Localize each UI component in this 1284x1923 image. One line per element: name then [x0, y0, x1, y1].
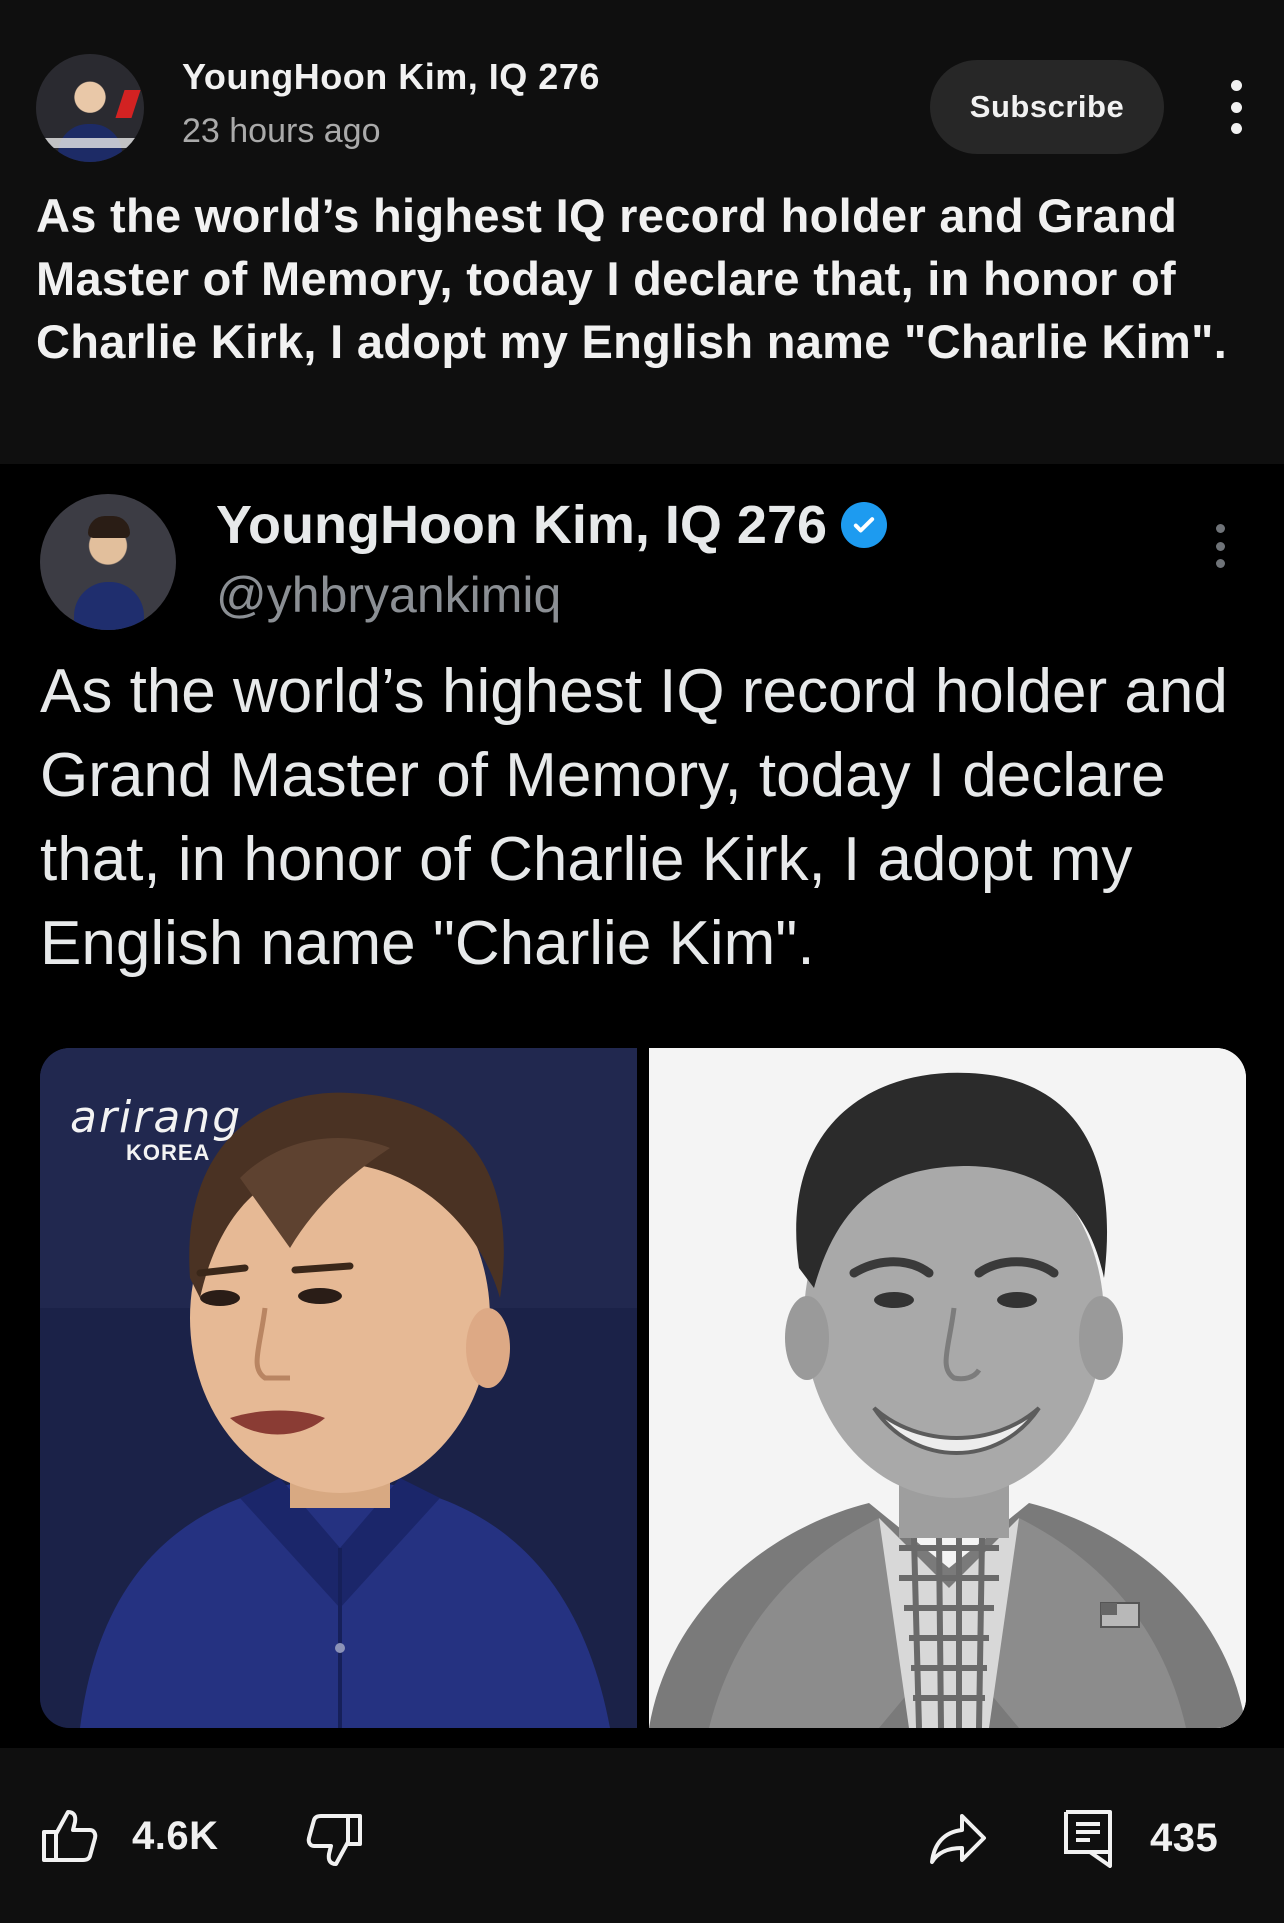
post-image[interactable]: YoungHoon Kim, IQ 276 @yhbryankimiq As t…: [0, 464, 1284, 1748]
post-text: As the world’s highest IQ record holder …: [36, 189, 1228, 368]
tweet-more-icon: [1210, 524, 1230, 568]
community-post: YoungHoon Kim, IQ 276 23 hours ago Subsc…: [0, 0, 1284, 464]
thumbs-up-icon: [42, 1810, 98, 1862]
thumbs-down-icon: [306, 1814, 362, 1866]
share-icon: [930, 1814, 986, 1864]
post-action-bar: 4.6K 435: [0, 1748, 1284, 1923]
comment-count: 435: [1150, 1815, 1219, 1860]
comment-icon: [1064, 1810, 1112, 1868]
like-count: 4.6K: [132, 1813, 219, 1858]
tweet-text: As the world’s highest IQ record holder …: [40, 657, 1228, 978]
dislike-button[interactable]: [306, 1812, 364, 1868]
channel-name[interactable]: YoungHoon Kim, IQ 276: [182, 56, 600, 98]
photo-younghoon-kim: arirang KOREA: [40, 1048, 637, 1728]
channel-avatar[interactable]: [36, 54, 144, 162]
share-button[interactable]: [928, 1812, 988, 1866]
tweet-photos: arirang KOREA: [40, 1048, 1246, 1728]
like-button[interactable]: 4.6K: [40, 1808, 219, 1864]
verified-icon: [841, 502, 888, 548]
more-vert-icon[interactable]: [1218, 80, 1254, 134]
arirang-logo: arirang KOREA: [70, 1092, 243, 1165]
comment-button[interactable]: 435: [1062, 1808, 1218, 1868]
tweet-avatar: [40, 494, 176, 630]
tweet-author: YoungHoon Kim, IQ 276: [216, 494, 888, 556]
subscribe-button[interactable]: Subscribe: [930, 60, 1164, 154]
tweet-handle: @yhbryankimiq: [216, 567, 562, 623]
photo-charlie-kirk: [649, 1048, 1246, 1728]
tweet-author-name: YoungHoon Kim, IQ 276: [216, 495, 828, 555]
post-timestamp: 23 hours ago: [182, 112, 381, 150]
